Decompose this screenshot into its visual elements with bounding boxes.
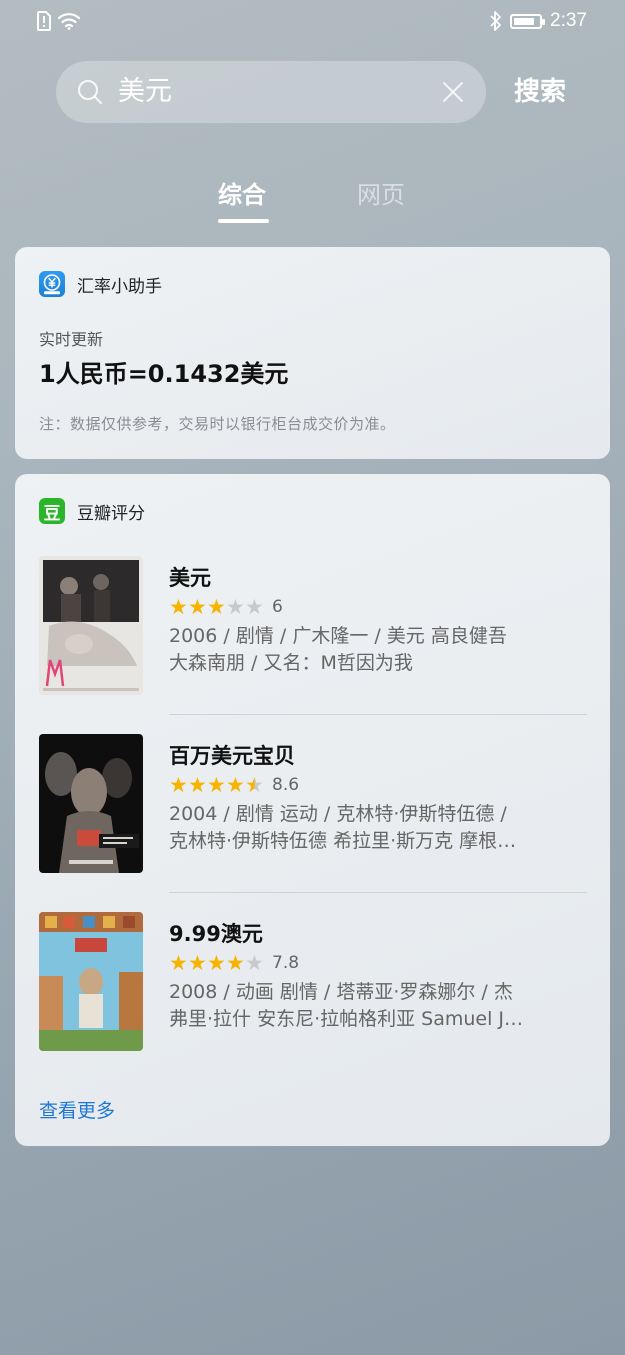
star-icon: ★ bbox=[226, 773, 245, 797]
rating-stars: ★★★★★ bbox=[169, 596, 264, 618]
divider bbox=[169, 892, 587, 893]
star-icon: ★ bbox=[169, 951, 188, 975]
star-icon: ★ bbox=[207, 951, 226, 975]
movie-desc-line: 大森南朋 / 又名：M哲因为我 bbox=[169, 652, 413, 674]
movie-desc-line: 2006 / 剧情 / 广木隆一 / 美元 高良健吾 bbox=[169, 625, 507, 647]
status-time: 2:37 bbox=[550, 10, 587, 31]
movie-desc-line: 弗里·拉什 安东尼·拉帕格利亚 Samuel J… bbox=[169, 1008, 524, 1030]
star-icon: ★ bbox=[169, 773, 188, 797]
movie-title: 百万美元宝贝 bbox=[169, 744, 295, 768]
tab-active-indicator bbox=[218, 219, 269, 223]
movie-title: 9.99澳元 bbox=[169, 922, 263, 946]
movie-title: 美元 bbox=[169, 566, 211, 590]
rating-score: 8.6 bbox=[272, 775, 300, 795]
yuan-exchange-icon bbox=[39, 271, 65, 297]
movie-desc-line: 2004 / 剧情 运动 / 克林特·伊斯特伍德 / bbox=[169, 803, 507, 825]
movie-item[interactable]: 百万美元宝贝 ★★★★★ 8.6 2004 / 剧情 运动 / 克林特·伊斯特伍… bbox=[39, 734, 587, 874]
movie-poster bbox=[39, 912, 143, 1051]
star-rating: ★★★★★ 7.8 bbox=[169, 951, 585, 975]
rating-score: 7.8 bbox=[272, 953, 300, 973]
star-icon: ★ bbox=[245, 595, 264, 619]
movie-desc-line: 2008 / 动画 剧情 / 塔蒂亚·罗森娜尔 / 杰 bbox=[169, 981, 513, 1003]
douban-rating-card: 豆 豆瓣评分 美元 ★★★★★ 6 2006 / 剧情 / 广木隆一 / 美元 … bbox=[15, 474, 610, 1146]
tab-bar: 综合 网页 bbox=[0, 178, 625, 228]
movie-poster bbox=[39, 734, 143, 873]
star-icon: ★ bbox=[188, 595, 207, 619]
movie-item[interactable]: 美元 ★★★★★ 6 2006 / 剧情 / 广木隆一 / 美元 高良健吾 大森… bbox=[39, 556, 587, 696]
star-icon: ★ bbox=[207, 773, 226, 797]
star-icon: ★ bbox=[207, 595, 226, 619]
wifi-icon bbox=[58, 13, 80, 30]
star-icon: ★ bbox=[226, 951, 245, 975]
divider bbox=[169, 714, 587, 715]
rating-stars: ★★★★★ bbox=[169, 952, 264, 974]
bluetooth-icon bbox=[490, 11, 501, 31]
rating-stars: ★★★★★ bbox=[169, 774, 264, 796]
search-button[interactable]: 搜索 bbox=[514, 75, 566, 109]
douban-card-title: 豆瓣评分 bbox=[77, 503, 145, 524]
exchange-rate-card[interactable]: 汇率小助手 实时更新 1人民币=0.1432美元 注：数据仅供参考，交易时以银行… bbox=[15, 247, 610, 459]
movie-poster bbox=[39, 556, 143, 695]
movie-item[interactable]: 9.99澳元 ★★★★★ 7.8 2008 / 动画 剧情 / 塔蒂亚·罗森娜尔… bbox=[39, 912, 587, 1052]
star-icon: ★ bbox=[245, 773, 264, 797]
battery-icon bbox=[510, 13, 546, 29]
rating-score: 6 bbox=[272, 597, 283, 617]
star-icon: ★ bbox=[245, 951, 264, 975]
search-query: 美元 bbox=[118, 76, 172, 107]
sim-alert-icon bbox=[37, 11, 51, 31]
star-icon: ★ bbox=[169, 595, 188, 619]
movie-desc-line: 克林特·伊斯特伍德 希拉里·斯万克 摩根… bbox=[169, 830, 517, 852]
douban-icon: 豆 bbox=[39, 498, 65, 524]
star-icon: ★ bbox=[226, 595, 245, 619]
clear-icon[interactable] bbox=[442, 81, 464, 103]
star-rating: ★★★★★ 6 bbox=[169, 595, 585, 619]
realtime-label: 实时更新 bbox=[39, 330, 104, 349]
status-bar: 2:37 bbox=[0, 0, 625, 42]
tab-web[interactable]: 网页 bbox=[357, 178, 405, 212]
star-icon: ★ bbox=[188, 951, 207, 975]
star-rating: ★★★★★ 8.6 bbox=[169, 773, 585, 797]
tab-all[interactable]: 综合 bbox=[218, 178, 266, 212]
exchange-rate-value: 1人民币=0.1432美元 bbox=[39, 360, 289, 388]
see-more-link[interactable]: 查看更多 bbox=[39, 1096, 115, 1123]
exchange-disclaimer: 注：数据仅供参考，交易时以银行柜台成交价为准。 bbox=[39, 415, 396, 433]
search-icon bbox=[78, 80, 102, 104]
search-input[interactable]: 美元 bbox=[56, 61, 486, 123]
exchange-card-title: 汇率小助手 bbox=[77, 276, 162, 297]
star-icon: ★ bbox=[188, 773, 207, 797]
